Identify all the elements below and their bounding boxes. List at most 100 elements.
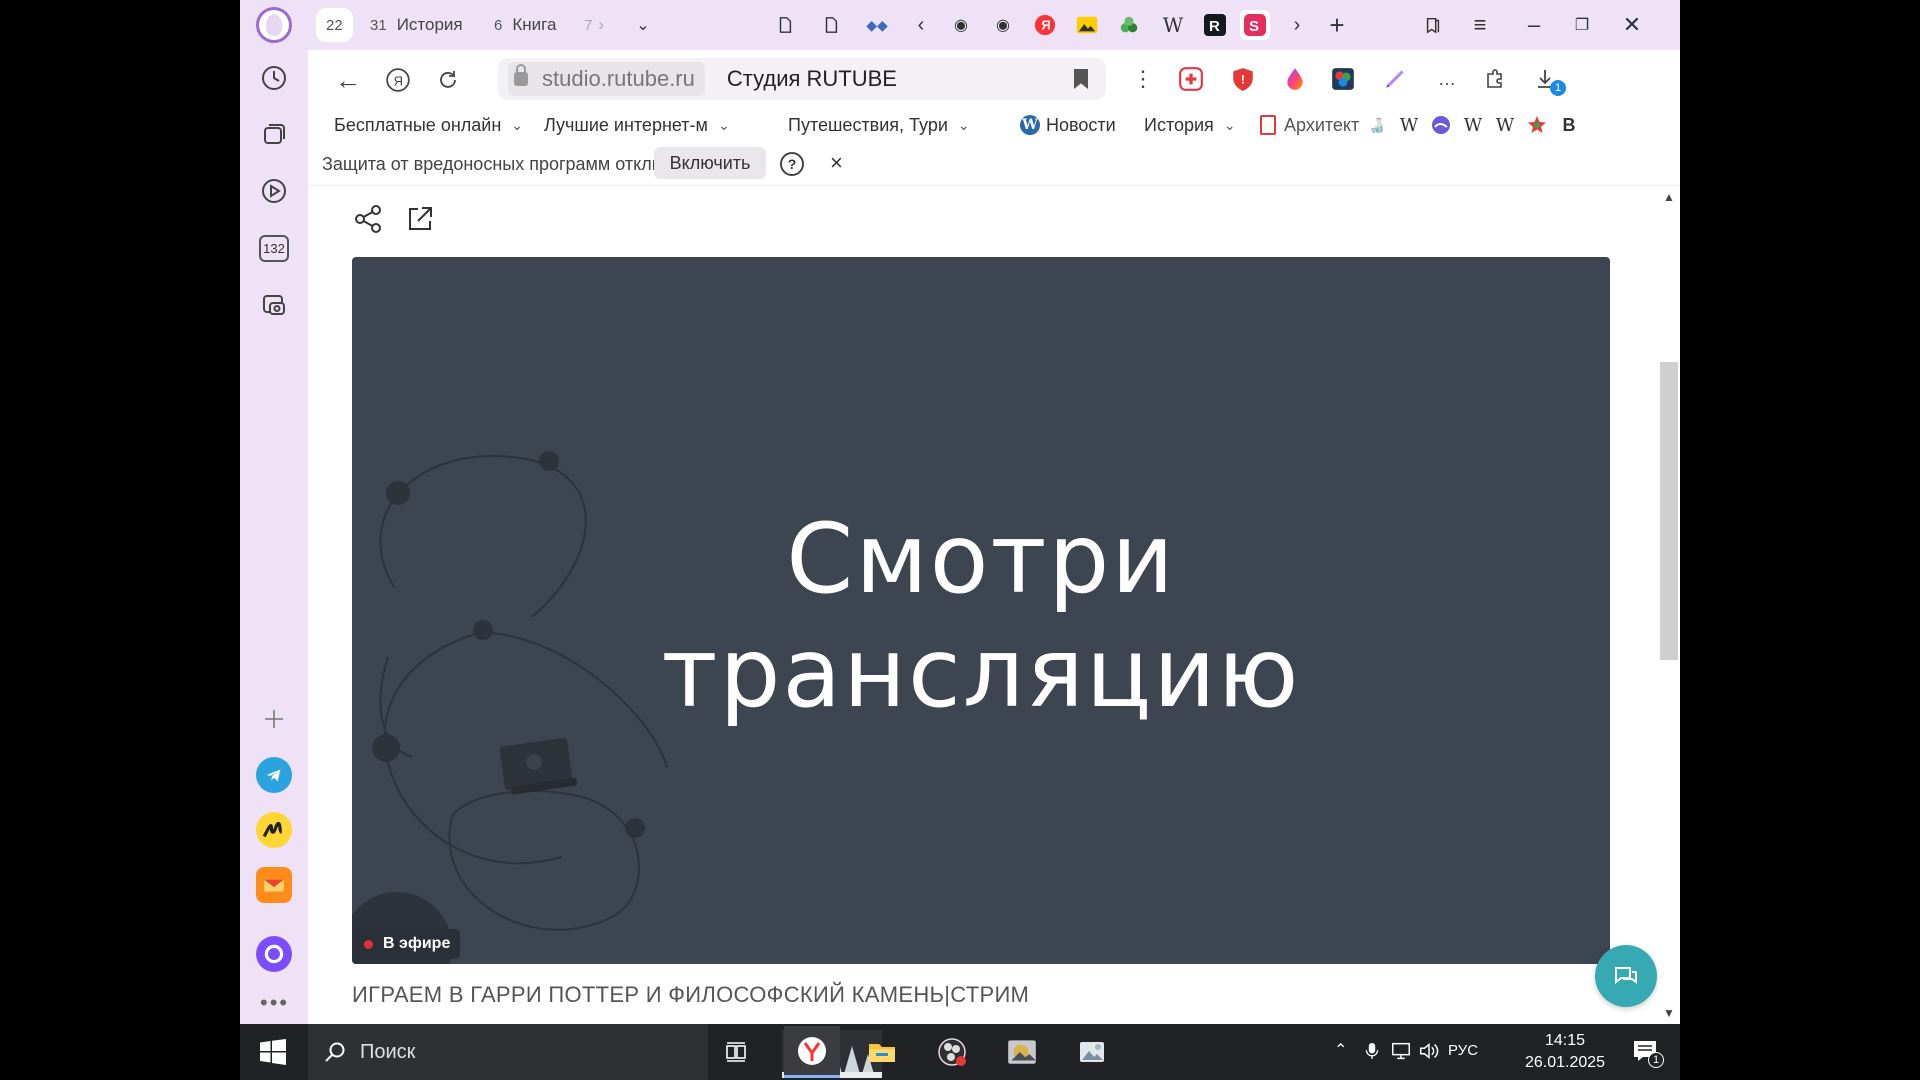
counter-badge[interactable]: 132 [253, 227, 295, 269]
chevron-down-icon: ⌄ [717, 116, 730, 133]
alice-assistant-icon[interactable] [256, 936, 292, 972]
mail-icon[interactable] [256, 867, 292, 903]
restore-icon[interactable]: ❐ [1562, 10, 1602, 40]
color-drop-icon[interactable] [1280, 64, 1310, 94]
bookmark-label: Архитект [1284, 114, 1360, 135]
yandex-icon[interactable]: Я [1030, 10, 1060, 40]
back-arrow-icon[interactable]: ← [330, 62, 366, 98]
tab-group-4[interactable]: 7 › [584, 8, 604, 42]
windows-start-icon[interactable] [260, 1039, 286, 1065]
more-vertical-icon[interactable]: ⋮ [1128, 64, 1158, 94]
support-chat-button[interactable] [1595, 945, 1657, 1007]
chevron-left-icon[interactable]: ‹ [906, 10, 936, 40]
svg-text:Я: Я [1041, 18, 1050, 33]
more-extensions-icon[interactable]: … [1432, 64, 1462, 94]
file-explorer-icon[interactable] [854, 1026, 910, 1078]
obs-studio-icon[interactable] [924, 1026, 980, 1078]
browser-sidebar: 132 ••• [240, 0, 308, 1024]
telegram-icon[interactable] [256, 757, 292, 793]
notification-center-icon[interactable]: 1 [1632, 1038, 1664, 1068]
url-chip[interactable]: studio.rutube.ru [508, 62, 705, 96]
bookmark-label: История [1144, 114, 1214, 135]
yandex-home-icon[interactable]: Я [380, 62, 416, 98]
pen-icon[interactable] [1380, 64, 1410, 94]
bookmark-icon[interactable] [1074, 69, 1088, 89]
task-view-icon[interactable] [708, 1026, 764, 1078]
screenshot-icon[interactable] [253, 284, 295, 326]
pinned-site-icon[interactable]: ◆◆ [862, 10, 892, 40]
wikipedia-icon[interactable]: W [1158, 10, 1188, 40]
page-icon[interactable] [770, 10, 800, 40]
open-external-icon[interactable] [404, 203, 436, 235]
bookmark-news[interactable]: W Новости [1020, 112, 1116, 138]
add-panel-icon[interactable] [253, 698, 295, 740]
video-player[interactable]: Смотри трансляцию В эфире [352, 257, 1610, 964]
share-icon[interactable] [352, 203, 384, 235]
svg-text:Я: Я [394, 73, 403, 88]
scroll-up-icon[interactable]: ▲ [1662, 190, 1676, 204]
system-clock[interactable]: 14:15 26.01.2025 [1520, 1030, 1610, 1074]
pinned-site-icon[interactable]: ◉ [988, 10, 1018, 40]
menu-hamburger-icon[interactable]: ≡ [1460, 10, 1500, 40]
stream-title: ИГРАЕМ В ГАРРИ ПОТТЕР И ФИЛОСОФСКИЙ КАМЕ… [352, 982, 1030, 1007]
screen: 132 ••• 22 31 История 6 Книга 7 › ⌄ ◆◆ ‹… [240, 0, 1680, 1080]
close-icon[interactable]: × [830, 150, 843, 176]
bookmark-folder[interactable]: Лучшие интернет-м ⌄ [544, 112, 730, 138]
page-icon[interactable] [816, 10, 846, 40]
extension-icon[interactable] [1328, 64, 1358, 94]
close-window-icon[interactable]: ✕ [1612, 10, 1652, 40]
input-language[interactable]: РУС [1448, 1042, 1478, 1059]
adblock-shield-icon[interactable]: ! [1228, 64, 1258, 94]
bookmarks-panel-icon[interactable] [1418, 10, 1448, 40]
bookmark-favicon-icon[interactable] [1430, 114, 1452, 136]
downloads-icon[interactable]: 1 [1530, 64, 1566, 96]
pinned-site-icon[interactable] [1072, 10, 1102, 40]
chat-bubbles-icon [1615, 967, 1637, 985]
history-clock-icon[interactable] [253, 57, 295, 99]
wikipedia-icon[interactable]: W [1398, 114, 1420, 136]
bookmark-folder[interactable]: История ⌄ [1144, 112, 1236, 138]
tray-expand-chevron-icon[interactable]: ⌃ [1334, 1040, 1347, 1060]
microphone-icon[interactable] [1364, 1040, 1380, 1067]
new-tab-plus-icon[interactable]: + [1322, 10, 1352, 40]
extensions-puzzle-icon[interactable] [1480, 64, 1510, 94]
collections-icon[interactable] [253, 113, 295, 155]
network-icon[interactable] [1390, 1040, 1412, 1067]
tab-book[interactable]: 6 Книга [494, 8, 556, 42]
bookmark-folder[interactable]: Путешествия, Тури ⌄ [788, 112, 970, 138]
help-icon[interactable]: ? [780, 152, 804, 176]
taskbar-search-box[interactable]: Поиск [308, 1024, 708, 1080]
wikipedia-icon[interactable]: W [1462, 114, 1484, 136]
image-viewer-icon[interactable] [994, 1026, 1050, 1078]
extension-icon[interactable] [1176, 64, 1206, 94]
reload-icon[interactable] [430, 62, 466, 98]
tabs-dropdown-chevron-icon[interactable]: ⌄ [628, 10, 658, 40]
pinned-site-icon[interactable]: ◉ [946, 10, 976, 40]
wikipedia-icon[interactable]: W [1494, 114, 1516, 136]
scroll-down-icon[interactable]: ▼ [1662, 1006, 1676, 1020]
market-icon[interactable] [256, 812, 292, 848]
video-play-icon[interactable] [253, 170, 295, 212]
pinned-site-icon[interactable] [1114, 10, 1144, 40]
rutube-studio-icon[interactable]: S [1240, 10, 1270, 40]
tab-label: Книга [512, 15, 557, 34]
photos-app-icon[interactable] [1064, 1026, 1120, 1078]
bookmark-folder[interactable]: Бесплатные онлайн ⌄ [334, 112, 523, 138]
tab-group-1[interactable]: 22 [316, 8, 353, 42]
minimize-icon[interactable]: – [1514, 10, 1554, 40]
bookmark-b-icon[interactable]: B [1558, 114, 1580, 136]
scrollbar-thumb[interactable] [1660, 362, 1678, 660]
profile-avatar[interactable] [256, 7, 292, 43]
rutube-icon[interactable]: R [1200, 10, 1230, 40]
bookmark-favicon-icon[interactable] [1526, 114, 1548, 136]
enable-protection-button[interactable]: Включить [654, 147, 766, 179]
yandex-browser-taskbar-icon[interactable] [784, 1026, 840, 1078]
bookmark-favicon-icon[interactable]: 🍶 [1366, 114, 1388, 136]
chevron-right-icon[interactable]: › [1282, 10, 1312, 40]
bookmark-label: Путешествия, Тури [788, 114, 948, 135]
tab-history[interactable]: 31 История [370, 8, 463, 42]
omnibox[interactable]: studio.rutube.ru Студия RUTUBE [498, 58, 1106, 100]
bookmark-architecture[interactable]: Архитект [1260, 112, 1359, 138]
more-dots-icon[interactable]: ••• [260, 990, 289, 1016]
volume-icon[interactable] [1418, 1040, 1440, 1067]
